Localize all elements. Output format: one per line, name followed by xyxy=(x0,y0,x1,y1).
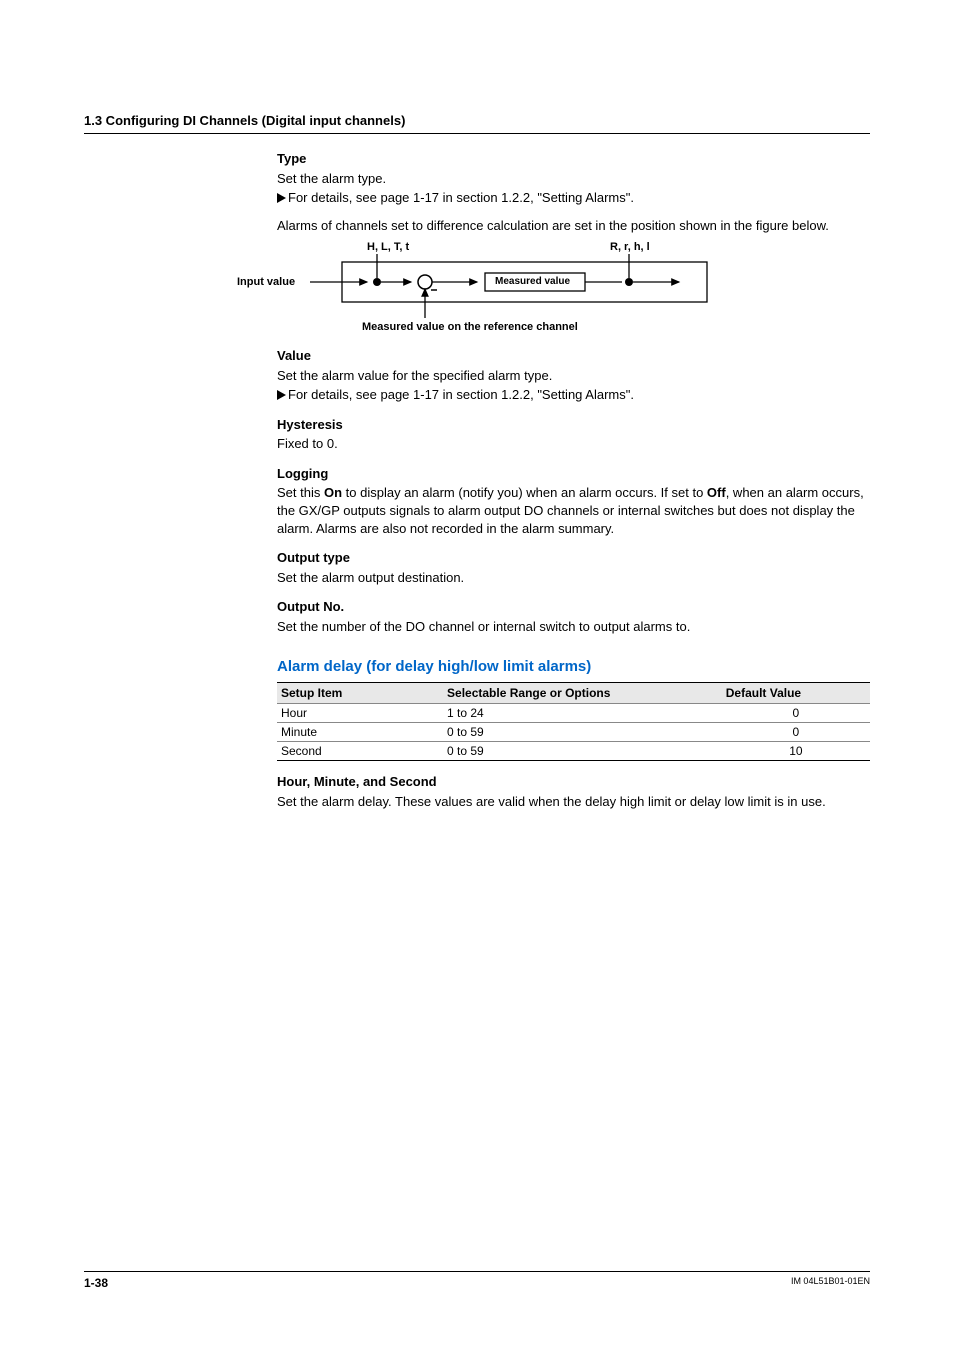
outno-heading: Output No. xyxy=(277,598,870,616)
hms-heading: Hour, Minute, and Second xyxy=(277,773,870,791)
th-default: Default Value xyxy=(722,682,870,703)
value-ref-row: For details, see page 1-17 in section 1.… xyxy=(277,386,870,404)
cell-range: 0 to 59 xyxy=(443,742,722,761)
page-number: 1-38 xyxy=(84,1276,108,1290)
logging-on: On xyxy=(324,485,342,500)
th-range: Selectable Range or Options xyxy=(443,682,722,703)
header-text: 1.3 Configuring DI Channels (Digital inp… xyxy=(84,113,405,128)
cell-item: Second xyxy=(277,742,443,761)
cell-default: 0 xyxy=(722,722,870,741)
type-ref-text: For details, see page 1-17 in section 1.… xyxy=(288,189,634,207)
doc-number: IM 04L51B01-01EN xyxy=(791,1276,870,1290)
logging-heading: Logging xyxy=(277,465,870,483)
hysteresis-heading: Hysteresis xyxy=(277,416,870,434)
type-para2: Alarms of channels set to difference cal… xyxy=(277,217,870,235)
cell-range: 0 to 59 xyxy=(443,722,722,741)
table-row: Hour 1 to 24 0 xyxy=(277,703,870,722)
page-header: 1.3 Configuring DI Channels (Digital inp… xyxy=(84,112,870,134)
logging-pre: Set this xyxy=(277,485,324,500)
value-ref-text: For details, see page 1-17 in section 1.… xyxy=(288,386,634,404)
logging-off: Off xyxy=(707,485,726,500)
type-heading: Type xyxy=(277,150,870,168)
value-desc: Set the alarm value for the specified al… xyxy=(277,367,870,385)
th-setup-item: Setup Item xyxy=(277,682,443,703)
table-row: Minute 0 to 59 0 xyxy=(277,722,870,741)
triangle-icon xyxy=(277,390,286,400)
hms-desc: Set the alarm delay. These values are va… xyxy=(277,793,870,811)
value-heading: Value xyxy=(277,347,870,365)
page-footer: 1-38 IM 04L51B01-01EN xyxy=(84,1271,870,1290)
type-ref-row: For details, see page 1-17 in section 1.… xyxy=(277,189,870,207)
logging-desc: Set this On to display an alarm (notify … xyxy=(277,484,870,537)
cell-range: 1 to 24 xyxy=(443,703,722,722)
cell-default: 0 xyxy=(722,703,870,722)
outtype-desc: Set the alarm output destination. xyxy=(277,569,870,587)
diagram-svg xyxy=(307,240,747,335)
cell-item: Hour xyxy=(277,703,443,722)
triangle-icon xyxy=(277,193,286,203)
table-row: Second 0 to 59 10 xyxy=(277,742,870,761)
type-desc: Set the alarm type. xyxy=(277,170,870,188)
diagram: H, L, T, t R, r, h, l Input value Measur… xyxy=(307,240,747,335)
cell-item: Minute xyxy=(277,722,443,741)
diagram-input-label: Input value xyxy=(237,275,295,290)
alarmdelay-table: Setup Item Selectable Range or Options D… xyxy=(277,682,870,762)
cell-default: 10 xyxy=(722,742,870,761)
logging-mid: to display an alarm (notify you) when an… xyxy=(342,485,707,500)
outtype-heading: Output type xyxy=(277,549,870,567)
hysteresis-desc: Fixed to 0. xyxy=(277,435,870,453)
alarmdelay-heading: Alarm delay (for delay high/low limit al… xyxy=(277,657,870,677)
outno-desc: Set the number of the DO channel or inte… xyxy=(277,618,870,636)
content-body: Type Set the alarm type. For details, se… xyxy=(277,150,870,810)
